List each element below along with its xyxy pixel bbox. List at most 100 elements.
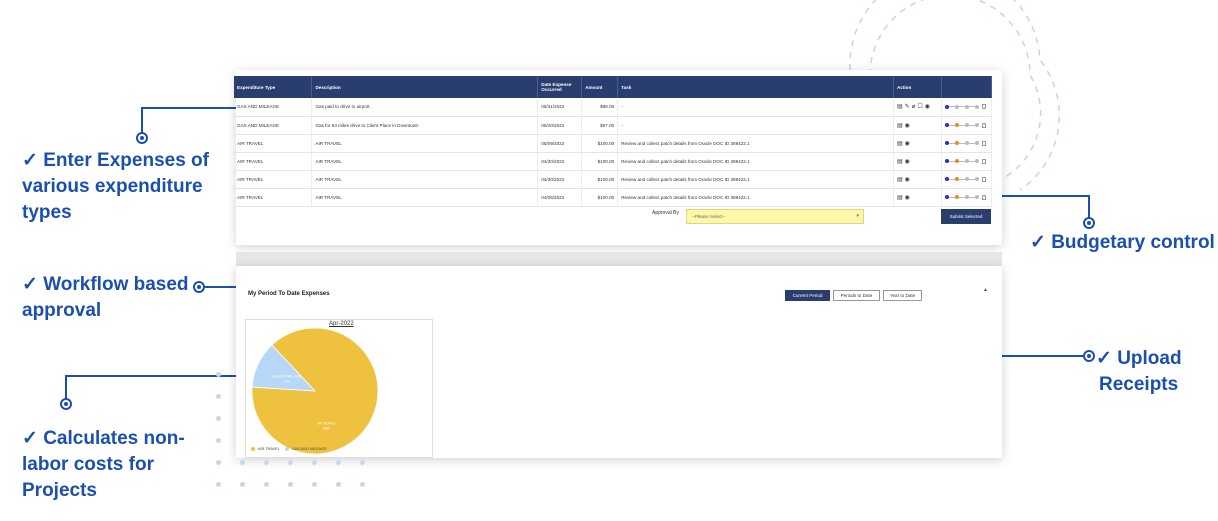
table-header-row: Expenditure Type Description Date Expens… [234,76,993,98]
table-row[interactable]: GAS AND MILEAGE Gas for 53 miles drive to… [234,116,993,135]
table-row[interactable]: GAS AND MILEAGE Gas paid to drive to airp… [234,98,993,117]
receipt-icon[interactable]: ▤ [897,122,903,129]
cell-status [941,188,993,207]
cell-task: Review and collect patch details from Or… [617,170,894,189]
callout-budgetary: ✓ Budgetary control [1030,230,1215,256]
view-icon[interactable]: ◉ [905,194,910,201]
cell-actions: ▤ ◉ [893,170,942,189]
document-icon[interactable] [981,122,986,128]
connector-node [136,132,148,144]
copy-icon[interactable]: ☐ [917,103,922,110]
cell-amount: $100.00 [581,170,619,189]
table-row[interactable]: AIR TRAVEL AIR TRAVEL 04/30/2022 $100.00 Rev… [234,152,993,171]
cell-actions: ▤ ◉ [893,188,942,207]
decorative-dot [216,394,221,399]
cell-expenditure-type: GAS AND MILEAGE [234,98,313,117]
callout-line: types [22,202,72,223]
approval-stepper [944,104,988,110]
col-amount[interactable]: Amount [581,76,619,98]
cell-description: AIR TRAVEL [311,170,539,189]
col-task[interactable]: Task [617,76,894,98]
callout-line: ✓ Upload [1096,348,1182,369]
callout-line: Projects [22,480,97,501]
connector-line [141,107,236,109]
period-title: My Period To Date Expenses [248,291,330,297]
cell-date: 04/30/2022 [537,170,583,189]
callout-workflow: ✓ Workflow based approval [22,272,189,324]
decorative-dot [360,460,365,465]
receipt-icon[interactable]: ▤ [897,103,903,110]
decorative-dot [240,482,245,487]
decorative-dot [312,482,317,487]
table-row[interactable]: AIR TRAVEL AIR TRAVEL 04/05/2022 $100.00 Rev… [234,188,993,207]
collapse-icon[interactable]: ▴ [984,286,987,293]
view-icon[interactable]: ◉ [905,158,910,165]
approval-select-value: --Please Select-- [692,214,726,219]
cell-expenditure-type: GAS AND MILEAGE [234,116,313,135]
cell-date: 05/20/2022 [537,116,583,135]
cell-date: 05/31/2022 [537,98,583,117]
cell-status [941,98,993,117]
callout-enter-expenses: ✓ Enter Expenses of various expenditure … [22,148,209,226]
cell-status [941,170,993,189]
legend-label-gas-mileage[interactable]: GAS AND MILEAGE [292,447,327,451]
cell-expenditure-type: AIR TRAVEL [234,170,313,189]
receipt-icon[interactable]: ▤ [897,176,903,183]
tab-year-to-date[interactable]: Year to Date [883,290,922,301]
document-icon[interactable] [981,176,986,182]
pie-chart: AIR TRAVEL88%GAS AND MILEAGE12% [251,327,379,455]
table-row[interactable]: AIR TRAVEL AIR TRAVEL 04/30/2022 $100.00 Rev… [234,170,993,189]
tab-current-period[interactable]: Current Period [785,290,830,301]
attach-icon[interactable]: ⌀ [912,103,916,110]
col-status [941,76,993,98]
edit-icon[interactable]: ✎ [905,103,910,110]
expenses-table-body: GAS AND MILEAGE Gas paid to drive to airp… [234,98,993,207]
decorative-dot [216,416,221,421]
submit-selected-button[interactable]: Submit Selected [941,209,991,224]
callout-line: labor costs for [22,454,154,475]
decorative-dot [216,372,221,377]
pie-data-label: 12% [283,380,290,384]
pie-data-label: 88% [323,426,330,430]
callout-upload: ✓ Upload Receipts [1096,346,1182,398]
col-description[interactable]: Description [311,76,539,98]
stepper-dot [974,159,979,163]
document-icon[interactable] [981,158,986,164]
callout-line: ✓ Calculates non- [22,428,185,449]
connector-line [1088,195,1090,219]
view-icon[interactable]: ◉ [905,122,910,129]
stepper-dot [974,141,979,145]
view-icon[interactable]: ◉ [925,103,930,110]
view-icon[interactable]: ◉ [905,140,910,147]
cell-task: - [617,98,894,117]
decorative-dot [216,460,221,465]
callout-line: ✓ Budgetary control [1030,232,1215,253]
tab-periods-to-date[interactable]: Periods to Date [833,290,880,301]
cell-actions: ▤ ◉ [893,134,942,153]
cell-description: AIR TRAVEL [311,152,539,171]
document-icon[interactable] [981,194,986,200]
decorative-dot [336,460,341,465]
connector-line [1002,355,1084,357]
chart-legend: AIR TRAVEL GAS AND MILEAGE [251,447,327,451]
decorative-dot [288,460,293,465]
approval-select[interactable]: --Please Select-- ▾ [686,209,864,224]
decorative-dot [312,460,317,465]
receipt-icon[interactable]: ▤ [897,158,903,165]
approval-stepper [944,176,988,182]
legend-label-air-travel[interactable]: AIR TRAVEL [258,447,280,451]
receipt-icon[interactable]: ▤ [897,194,903,201]
pie-data-label: AIR TRAVEL [317,421,336,425]
receipt-icon[interactable]: ▤ [897,140,903,147]
document-icon[interactable] [981,104,986,110]
panel-separator [236,252,1002,266]
decorative-dot [264,482,269,487]
decorative-dot [216,438,221,443]
document-icon[interactable] [981,140,986,146]
table-row[interactable]: AIR TRAVEL AIR TRAVEL 05/09/2022 $100.00 Rev… [234,134,993,153]
view-icon[interactable]: ◉ [905,176,910,183]
col-expenditure-type[interactable]: Expenditure Type [234,76,313,98]
col-date[interactable]: Date Expense Occurred [537,76,583,98]
cell-description: AIR TRAVEL [311,134,539,153]
stepper-dot [974,104,979,109]
